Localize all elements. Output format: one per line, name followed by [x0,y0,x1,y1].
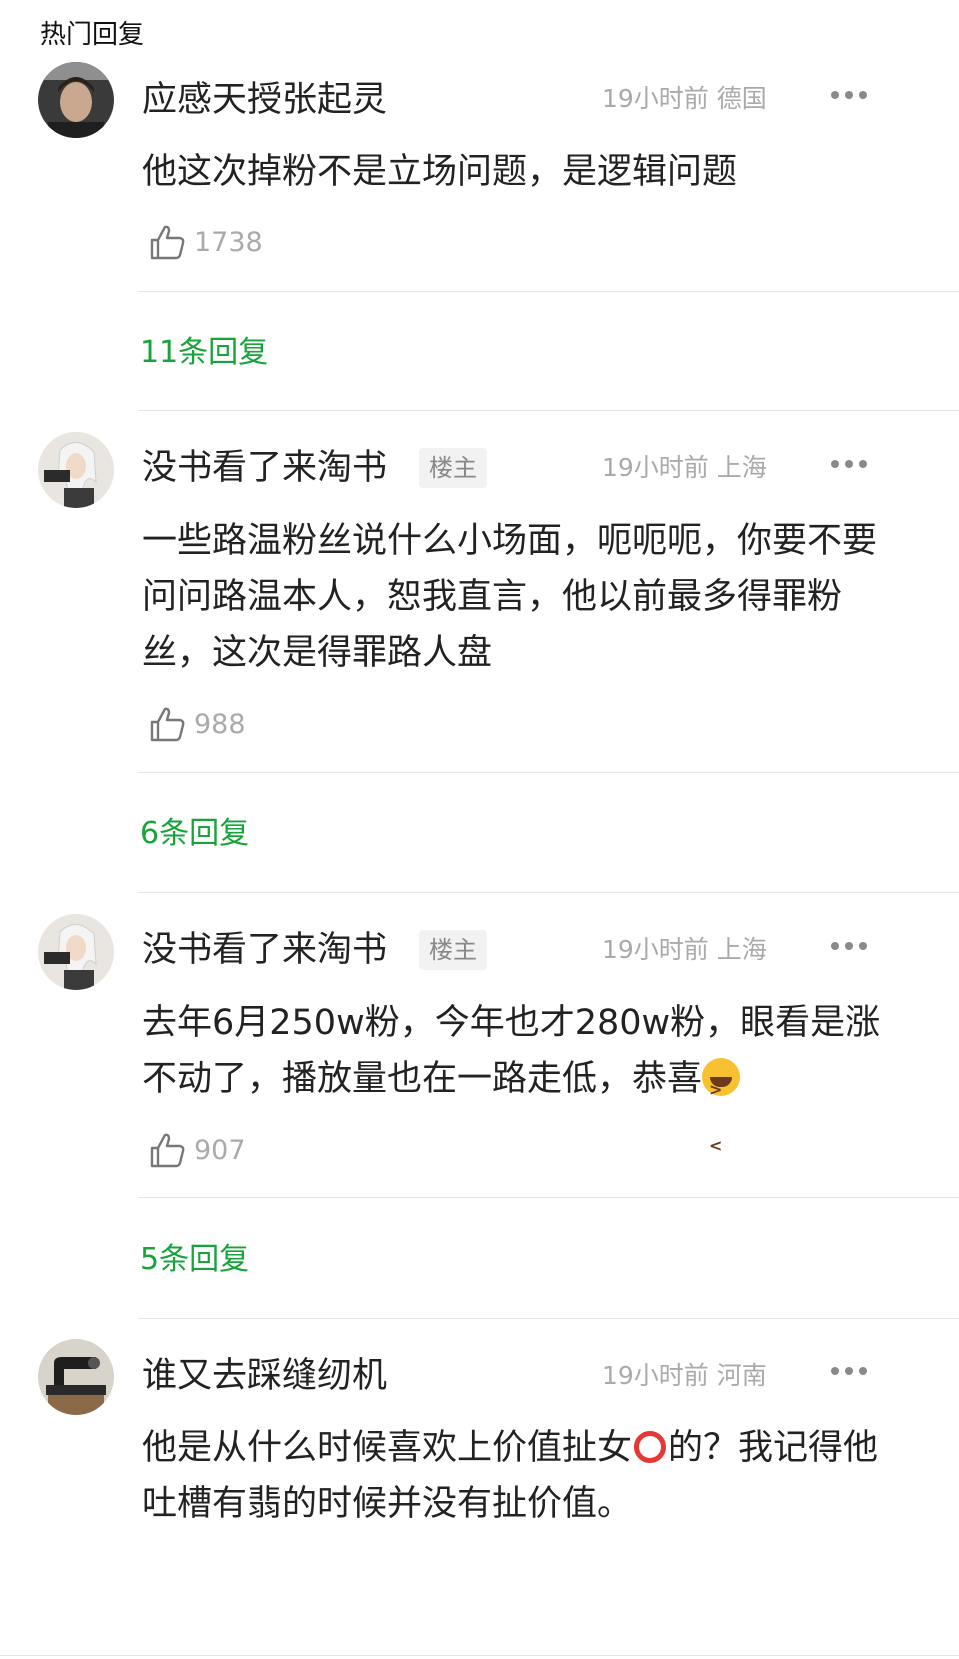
view-replies-link[interactable]: 5条回复 [140,1242,249,1278]
like-button[interactable]: 1738 [148,222,263,262]
thumbs-up-icon [150,1133,185,1168]
comment-text: 他是从什么时候喜欢上价值扯女 [142,1428,633,1468]
avatar[interactable] [38,62,114,138]
more-options-button[interactable] [831,942,867,954]
avatar[interactable] [38,914,114,990]
comment-location: 上海 [716,935,767,964]
view-replies-link[interactable]: 11条回复 [140,335,268,371]
username[interactable]: 应感天授张起灵 [142,78,387,122]
comment-meta: 19小时前 德国 [602,84,767,114]
bottom-divider [0,1655,959,1656]
username[interactable]: 没书看了来淘书 [142,928,387,972]
divider [138,892,959,893]
op-badge: 楼主 [419,930,487,970]
view-replies-link[interactable]: 6条回复 [140,816,249,852]
more-options-button[interactable] [831,1367,867,1379]
red-circle-icon [634,1431,667,1463]
comment-location: 德国 [716,84,767,113]
comment-meta: 19小时前 上海 [602,453,767,483]
section-title: 热门回复 [40,20,145,50]
like-count: 1738 [194,226,263,258]
avatar-image [38,1339,114,1415]
divider [138,1318,959,1319]
comment-meta: 19小时前 河南 [602,1361,767,1391]
comment-content: 他这次掉粉不是立场问题，是逻辑问题 [142,152,738,192]
avatar-image [38,432,114,508]
avatar-image [38,914,114,990]
comment-time: 19小时前 [602,453,709,482]
avatar-image [38,62,114,138]
more-options-button[interactable] [831,460,867,472]
comment-content: 他是从什么时候喜欢上价值扯女 的？我记得他吐槽有翡的时候并没有扯价值。 [142,1420,882,1532]
username[interactable]: 没书看了来淘书 [142,446,387,490]
op-badge: 楼主 [419,448,487,488]
like-button[interactable]: 988 [148,704,246,744]
comment-location: 上海 [716,453,767,482]
divider [138,1197,959,1198]
comment-time: 19小时前 [602,1361,709,1390]
comment-text: 去年6月250w粉，今年也才280w粉，眼看是涨不动了，播放量也在一路走低，恭喜 [142,1003,881,1099]
username[interactable]: 谁又去踩缝纫机 [142,1354,387,1398]
more-options-button[interactable] [831,91,867,103]
like-button[interactable]: 907 [148,1130,246,1170]
comment-meta: 19小时前 上海 [602,935,767,965]
divider [138,410,959,411]
comment-location: 河南 [716,1361,767,1390]
like-count: 907 [194,1134,246,1166]
thumbs-up-icon [150,225,185,260]
comment-time: 19小时前 [602,935,709,964]
divider [138,291,959,292]
thumbs-up-icon [150,707,185,742]
comment-time: 19小时前 [602,84,709,113]
comment-content: 去年6月250w粉，今年也才280w粉，眼看是涨不动了，播放量也在一路走低，恭喜 [142,995,882,1174]
avatar[interactable] [38,1339,114,1415]
avatar[interactable] [38,432,114,508]
divider [138,772,959,773]
like-count: 988 [194,708,246,740]
comment-content: 一些路温粉丝说什么小场面，呃呃呃，你要不要问问路温本人，恕我直言，他以前最多得罪… [142,521,878,673]
laughing-emoji-icon [702,1058,741,1174]
